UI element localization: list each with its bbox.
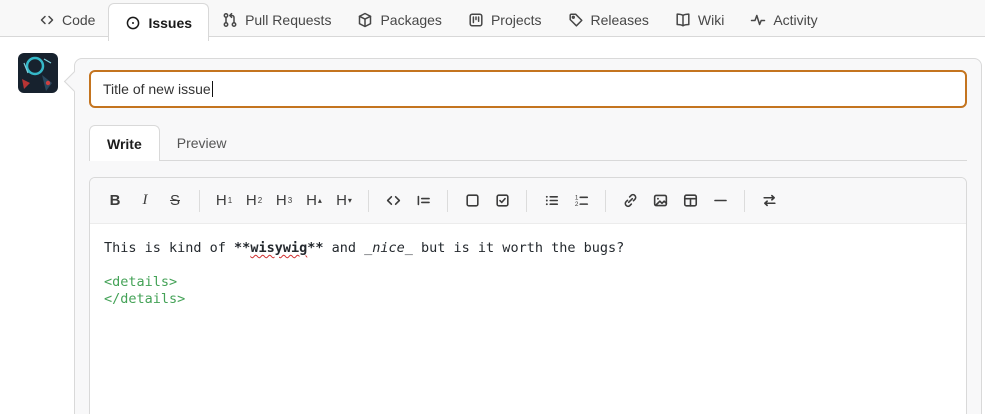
checkbox-empty-icon: [465, 194, 479, 207]
horizontal-rule-icon: [713, 199, 727, 202]
bold-button[interactable]: B: [102, 188, 128, 214]
checkbox-checked-button[interactable]: [489, 188, 515, 214]
user-avatar: [18, 53, 58, 93]
tab-write-label: Write: [107, 135, 142, 152]
avatar-image: [18, 53, 58, 93]
code-button[interactable]: [380, 188, 406, 214]
tab-issues[interactable]: Issues: [108, 3, 210, 41]
toolbar-divider: [368, 189, 369, 212]
table-button[interactable]: [677, 188, 703, 214]
text-caret: [211, 81, 213, 97]
tab-pull-requests[interactable]: Pull Requests: [209, 3, 344, 36]
toolbar-divider: [526, 189, 527, 212]
toolbar-divider: [447, 189, 448, 212]
tab-label: Pull Requests: [245, 11, 332, 28]
tab-projects[interactable]: Projects: [455, 3, 555, 36]
heading-bigger-button[interactable]: H ▴: [301, 188, 327, 214]
tab-preview-label: Preview: [176, 135, 227, 151]
editor-line: This is kind of **wisywig** and _nice_ b…: [104, 240, 625, 256]
tab-label: Projects: [490, 11, 542, 28]
tab-label: Code: [62, 11, 96, 28]
svg-text:2: 2: [574, 201, 578, 208]
strikethrough-button[interactable]: S: [162, 188, 188, 214]
tab-wiki[interactable]: Wiki: [662, 3, 737, 36]
ordered-list-icon: 12: [574, 194, 588, 208]
repo-tab-bar: Code Issues Pull Requests Packages Proje…: [0, 0, 985, 41]
toolbar-divider: [744, 189, 745, 212]
checkbox-checked-icon: [495, 194, 509, 207]
code-icon: [40, 15, 54, 24]
editor-content[interactable]: This is kind of **wisywig** and _nice_ b…: [90, 224, 966, 414]
tab-label: Releases: [590, 11, 649, 28]
italic-button[interactable]: I: [132, 188, 158, 214]
checkbox-empty-button[interactable]: [459, 188, 485, 214]
table-icon: [683, 194, 697, 207]
image-icon: [653, 194, 667, 207]
tab-label: Wiki: [697, 11, 725, 28]
editor-line: <details>: [104, 274, 178, 290]
issue-title-input[interactable]: Title of new issue: [89, 70, 967, 108]
ordered-list-button[interactable]: 12: [568, 188, 594, 214]
tab-packages[interactable]: Packages: [344, 3, 454, 36]
heading-2-button[interactable]: H2: [241, 188, 267, 214]
unordered-list-button[interactable]: [538, 188, 564, 214]
switch-to-textarea-button[interactable]: [756, 188, 782, 214]
editor-toolbar: B I S H1 H2 H3 H ▴ H ▾ 12: [90, 178, 966, 224]
issue-title-value: Title of new issue: [103, 81, 211, 97]
switch-mode-icon: [762, 194, 776, 207]
tab-preview[interactable]: Preview: [160, 125, 244, 161]
toolbar-divider: [605, 189, 606, 212]
pulse-icon: [751, 14, 766, 25]
book-icon: [676, 12, 690, 27]
heading-smaller-button[interactable]: H ▾: [331, 188, 357, 214]
heading-1-button[interactable]: H1: [211, 188, 237, 214]
tab-label: Issues: [148, 14, 193, 31]
unordered-list-icon: [545, 195, 558, 206]
image-button[interactable]: [647, 188, 673, 214]
link-button[interactable]: [617, 188, 643, 214]
project-icon: [469, 12, 483, 27]
horizontal-rule-button[interactable]: [707, 188, 733, 214]
tab-releases[interactable]: Releases: [555, 3, 662, 36]
code-icon: [386, 195, 400, 206]
tab-label: Activity: [773, 11, 818, 28]
write-preview-tabs: Write Preview: [89, 125, 967, 161]
issue-opened-icon: [127, 16, 140, 29]
tag-icon: [568, 12, 583, 27]
new-issue-form: Title of new issue Write Preview B I S H…: [74, 58, 982, 414]
link-icon: [624, 193, 636, 208]
tab-write[interactable]: Write: [89, 125, 160, 161]
tab-label: Packages: [380, 11, 442, 28]
package-icon: [359, 12, 372, 27]
git-pull-request-icon: [223, 12, 237, 27]
editor-line: </details>: [104, 291, 186, 307]
toolbar-divider: [199, 189, 200, 212]
heading-3-button[interactable]: H3: [271, 188, 297, 214]
markdown-editor: B I S H1 H2 H3 H ▴ H ▾ 12 This is kind o…: [89, 177, 967, 414]
tab-code[interactable]: Code: [26, 3, 108, 36]
tab-activity[interactable]: Activity: [737, 3, 830, 36]
quote-icon: [417, 195, 430, 206]
quote-button[interactable]: [410, 188, 436, 214]
